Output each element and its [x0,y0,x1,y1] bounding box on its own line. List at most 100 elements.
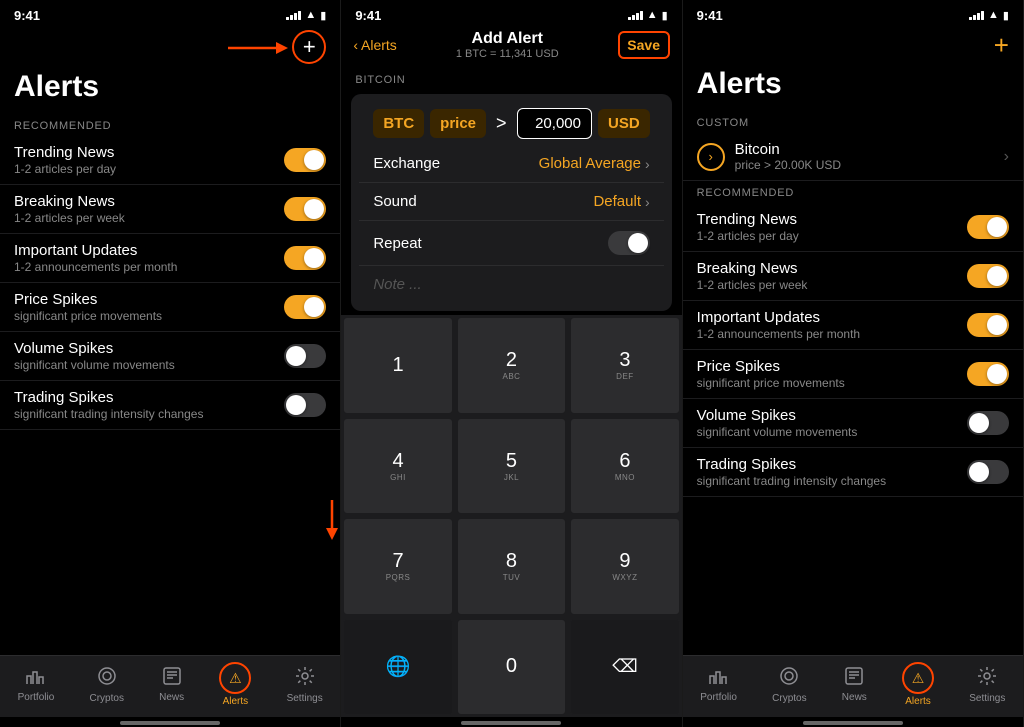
tab-label: Cryptos [772,693,806,704]
exchange-row[interactable]: Exchange Global Average › [359,145,663,183]
list-item: Price Spikes significant price movements [683,350,1023,399]
wifi-icon-3: ▲ [988,9,999,21]
repeat-toggle[interactable] [608,231,650,255]
add-alert-button[interactable]: + [292,30,326,64]
tab-cryptos-1[interactable]: Cryptos [89,666,123,704]
note-field[interactable]: Note ... [359,266,663,303]
key-9[interactable]: 9 WXYZ [570,518,679,615]
add-button-3[interactable]: + [994,30,1009,61]
cryptos-icon [97,666,117,691]
alert-sub: significant price movements [697,376,967,390]
value-field[interactable]: 20,000 [517,108,592,139]
back-button[interactable]: ‹ Alerts [353,37,396,53]
keyboard-row-2: 4 GHI 5 JKL 6 MNO [341,416,681,517]
number-keyboard: 1 2 ABC 3 DEF 4 GHI 5 JKL 6 MNO [341,315,681,717]
exchange-label: Exchange [373,155,440,172]
news-icon-3 [845,667,863,690]
nav-header-2: ‹ Alerts Add Alert 1 BTC = 11,341 USD Sa… [341,26,681,66]
toggle-important-updates[interactable] [284,246,326,270]
tab-label: Settings [969,693,1005,704]
key-globe[interactable]: 🌐 [343,619,452,716]
save-button[interactable]: Save [618,31,670,59]
alert-name: Price Spikes [14,291,284,308]
time-3: 9:41 [697,8,723,23]
home-indicator-1 [120,721,220,725]
toggle-price-3[interactable] [967,362,1009,386]
key-1[interactable]: 1 [343,317,452,414]
toggle-trending-3[interactable] [967,215,1009,239]
toggle-price-spikes[interactable] [284,295,326,319]
toggle-breaking-news[interactable] [284,197,326,221]
status-icons-1: ▲ ▮ [286,9,326,22]
sound-row[interactable]: Sound Default › [359,183,663,221]
tab-label: Alerts [223,696,249,707]
alert-name: Trending News [697,211,967,228]
key-2[interactable]: 2 ABC [457,317,566,414]
tab-label: Cryptos [89,693,123,704]
list-item: Trending News 1-2 articles per day [0,136,340,185]
bitcoin-icon: › [697,143,725,171]
alert-sub: significant volume movements [697,425,967,439]
metric-chip[interactable]: price [430,109,486,138]
settings-icon-3 [977,666,997,691]
tab-label: Settings [287,693,323,704]
toggle-volume-3[interactable] [967,411,1009,435]
alert-name: Volume Spikes [14,340,284,357]
battery-icon-1: ▮ [320,9,326,22]
section-recommended-1: RECOMMENDED [0,114,340,136]
list-item: Trending News 1-2 articles per day [683,203,1023,252]
portfolio-icon-3 [709,667,729,690]
sound-label: Sound [373,193,416,210]
currency-chip[interactable]: USD [598,109,650,138]
key-5[interactable]: 5 JKL [457,418,566,515]
tab-settings-1[interactable]: Settings [287,666,323,704]
tab-news-3[interactable]: News [842,667,867,703]
alert-name: Volume Spikes [697,407,967,424]
key-delete[interactable]: ⌫ [570,619,679,716]
list-item: Volume Spikes significant volume movemen… [683,399,1023,448]
tab-portfolio-1[interactable]: Portfolio [18,667,55,703]
status-bar-2: 9:41 ▲ ▮ [341,0,681,26]
list-item: Breaking News 1-2 articles per week [683,252,1023,301]
toggle-trending-news[interactable] [284,148,326,172]
key-7[interactable]: 7 PQRS [343,518,452,615]
toggle-breaking-3[interactable] [967,264,1009,288]
news-icon [163,667,181,690]
toggle-volume-spikes[interactable] [284,344,326,368]
tab-alerts-3[interactable]: ⚠ Alerts [902,662,934,707]
tab-bar-3: Portfolio Cryptos News ⚠ Alerts Settings [683,655,1023,717]
key-8[interactable]: 8 TUV [457,518,566,615]
alert-name: Breaking News [14,193,284,210]
panel-add-alert: 9:41 ▲ ▮ ‹ Alerts Add Alert 1 BTC = 11,3… [341,0,682,727]
wifi-icon-1: ▲ [305,9,316,21]
tab-settings-3[interactable]: Settings [969,666,1005,704]
time-2: 9:41 [355,8,381,23]
list-item: Important Updates 1-2 announcements per … [0,234,340,283]
toggle-updates-3[interactable] [967,313,1009,337]
alert-name: Price Spikes [697,358,967,375]
alerts-icon: ⚠ [229,670,242,687]
key-4[interactable]: 4 GHI [343,418,452,515]
custom-alert-item[interactable]: › Bitcoin price > 20.00K USD › [683,133,1023,181]
tab-news-1[interactable]: News [159,667,184,703]
token-chip[interactable]: BTC [373,109,424,138]
operator: > [492,113,511,134]
list-item: Price Spikes significant price movements [0,283,340,332]
key-6[interactable]: 6 MNO [570,418,679,515]
toggle-trading-3[interactable] [967,460,1009,484]
custom-name: Bitcoin [735,141,841,158]
list-item: Trading Spikes significant trading inten… [0,381,340,430]
repeat-row: Repeat [359,221,663,266]
tab-alerts-1[interactable]: ⚠ Alerts [219,662,251,707]
alerts-circle: ⚠ [219,662,251,694]
tab-label: Portfolio [18,692,55,703]
key-0[interactable]: 0 [457,619,566,716]
alert-sub: 1-2 articles per week [14,211,284,225]
key-3[interactable]: 3 DEF [570,317,679,414]
portfolio-icon [26,667,46,690]
tab-portfolio-3[interactable]: Portfolio [700,667,737,703]
section-recommended-3: RECOMMENDED [683,181,1023,203]
toggle-trading-spikes[interactable] [284,393,326,417]
alert-name: Trading Spikes [14,389,284,406]
tab-cryptos-3[interactable]: Cryptos [772,666,806,704]
